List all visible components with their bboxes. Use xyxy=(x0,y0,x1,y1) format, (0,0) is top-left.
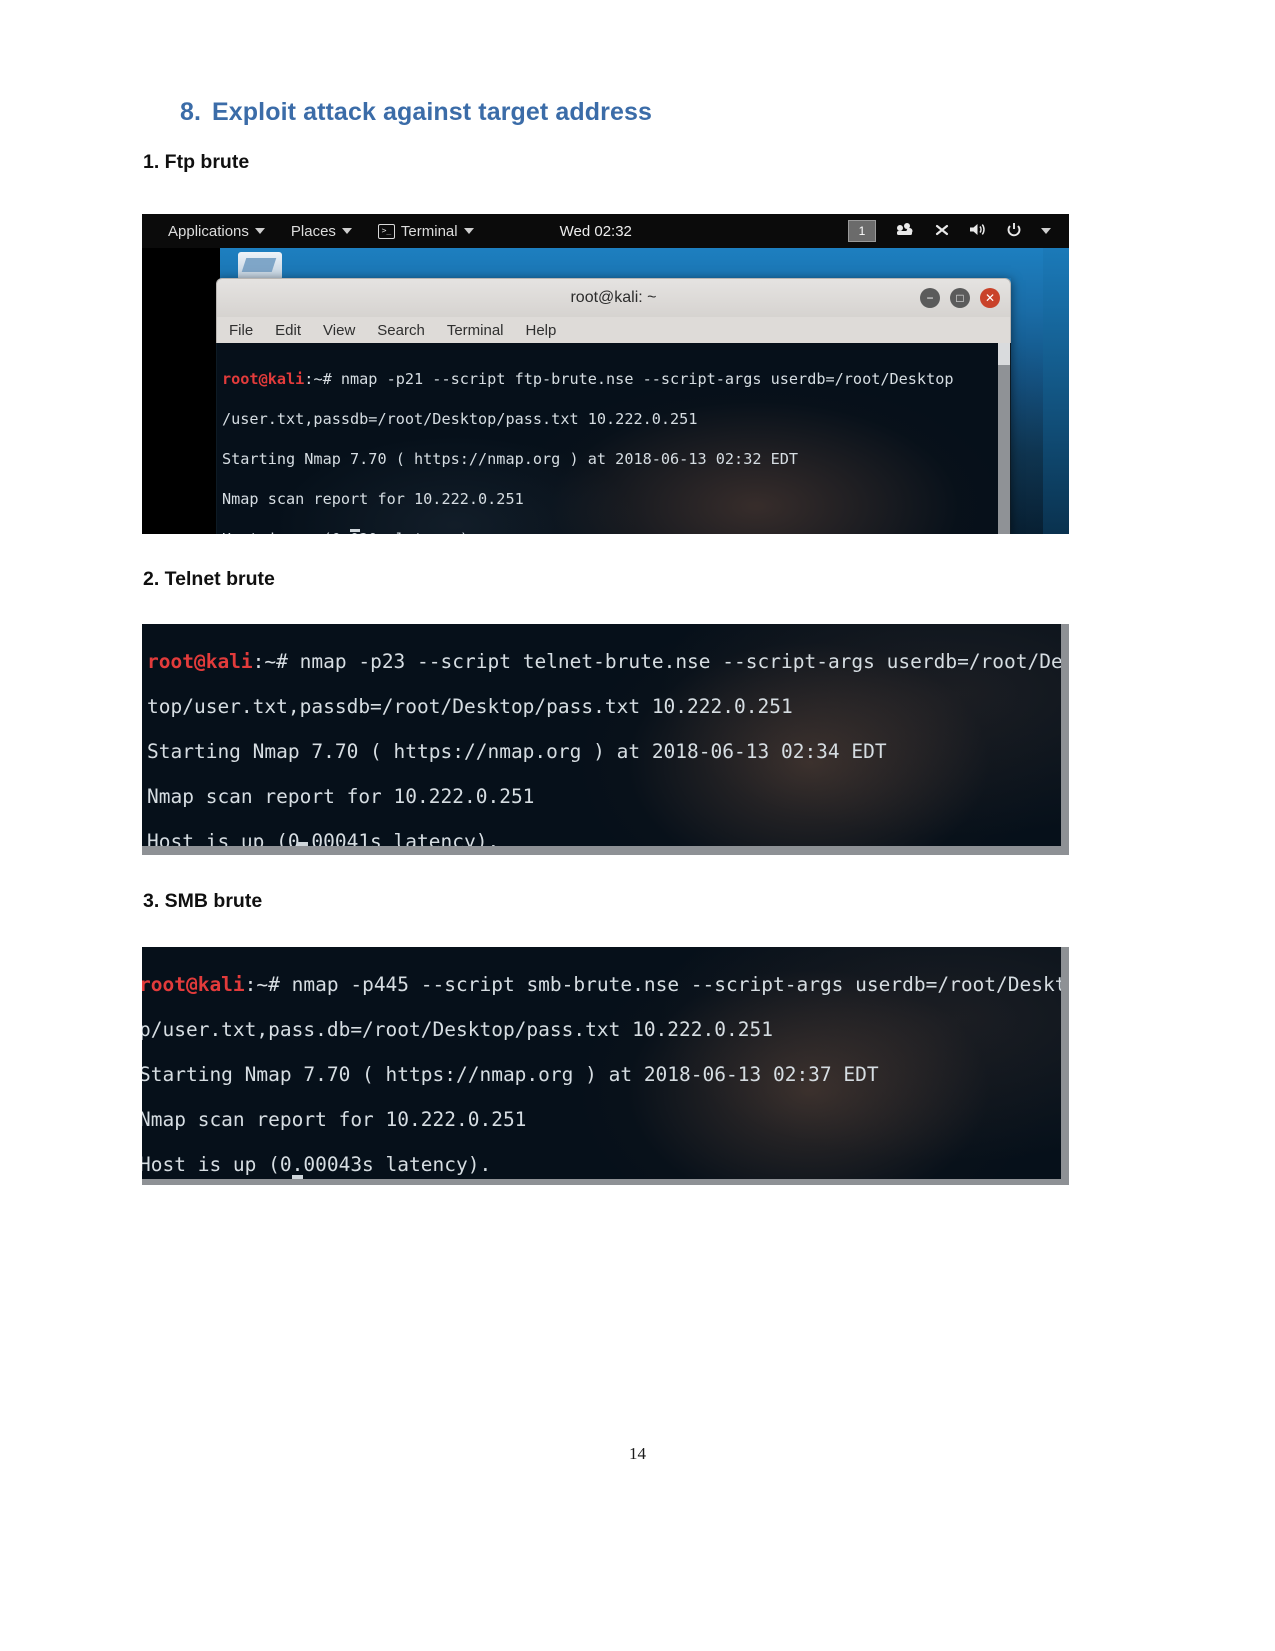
strip-bottom-edge xyxy=(142,1179,1069,1185)
network-icon-svg xyxy=(897,223,913,235)
strip-bottom-edge xyxy=(142,846,1069,855)
panel-tray: 1 xyxy=(848,220,1051,242)
terminal-line: Nmap scan report for 10.222.0.251 xyxy=(222,490,524,508)
terminal-command: nmap -p23 --script telnet-brute.nse --sc… xyxy=(299,649,1069,673)
prompt-path: :~# xyxy=(304,370,341,388)
section-title-text: Exploit attack against target address xyxy=(212,98,652,126)
terminal-line: Starting Nmap 7.70 ( https://nmap.org ) … xyxy=(222,450,799,468)
terminal-icon: >_ xyxy=(377,223,395,239)
screenshot-ftp-brute: Applications Places >_ Terminal Wed 02:3… xyxy=(142,214,1069,534)
prompt-user: root@kali xyxy=(222,370,305,388)
prompt-user: root@kali xyxy=(147,649,253,673)
strip-right-edge xyxy=(1061,624,1069,855)
chevron-down-icon[interactable] xyxy=(1041,228,1051,234)
menu-item-terminal[interactable]: Terminal xyxy=(447,322,504,339)
terminal-line: Nmap scan report for 10.222.0.251 xyxy=(147,785,535,809)
terminal-line: /user.txt,passdb=/root/Desktop/pass.txt … xyxy=(222,410,698,428)
terminal-text-ftp: root@kali:~# nmap -p21 --script ftp-brut… xyxy=(217,343,1010,534)
menu-item-search[interactable]: Search xyxy=(377,322,425,339)
scrollbar-thumb[interactable] xyxy=(998,343,1010,365)
menu-item-file[interactable]: File xyxy=(229,322,253,339)
terminal-label: Terminal xyxy=(400,222,458,240)
places-label: Places xyxy=(290,222,336,240)
applications-label: Applications xyxy=(168,222,249,240)
terminal-scrollbar[interactable] xyxy=(998,343,1010,534)
power-icon-svg xyxy=(1007,222,1021,236)
minimize-button[interactable]: − xyxy=(920,288,940,308)
document-page: 8. Exploit attack against target address … xyxy=(0,0,1275,1651)
close-button[interactable]: ✕ xyxy=(980,288,1000,308)
terminal-prompt-line: root@kali:~# nmap -p23 --script telnet-b… xyxy=(147,649,1069,674)
terminal-line: Host is up (0.00043s latency). xyxy=(142,1153,492,1177)
prompt-user: root@kali xyxy=(142,972,245,996)
menu-item-edit[interactable]: Edit xyxy=(275,322,301,339)
menu-item-view[interactable]: View xyxy=(323,322,355,339)
screenshot-smb-brute: root@kali:~# nmap -p445 --script smb-bru… xyxy=(142,947,1069,1185)
strip-right-edge xyxy=(1061,947,1069,1185)
volume-icon[interactable] xyxy=(969,222,987,240)
menu-item-help[interactable]: Help xyxy=(526,322,557,339)
page-title: 8. Exploit attack against target address xyxy=(180,98,652,127)
file-manager-icon xyxy=(238,252,282,280)
prompt-path: :~# xyxy=(244,972,292,996)
bluetooth-icon-svg xyxy=(935,224,949,235)
terminal-titlebar[interactable]: root@kali: ~ − □ ✕ xyxy=(216,278,1011,317)
volume-icon-svg xyxy=(970,224,985,235)
chevron-down-icon xyxy=(341,228,352,234)
terminal-line: Nmap scan report for 10.222.0.251 xyxy=(142,1108,527,1132)
menu-applications[interactable]: Applications xyxy=(168,223,265,240)
workspace-indicator[interactable]: 1 xyxy=(848,220,876,242)
subheading-telnet-brute: 2. Telnet brute xyxy=(143,568,275,590)
maximize-button[interactable]: □ xyxy=(950,288,970,308)
terminal-command: nmap -p445 --script smb-brute.nse --scri… xyxy=(291,972,1069,996)
terminal-window: root@kali: ~ − □ ✕ File Edit View Search… xyxy=(216,278,1011,534)
chevron-down-icon xyxy=(463,228,474,234)
terminal-cursor xyxy=(350,529,360,532)
subheading-smb-brute: 3. SMB brute xyxy=(143,890,263,912)
terminal-prompt-line: root@kali:~# nmap -p21 --script ftp-brut… xyxy=(222,369,1010,389)
screenshot-telnet-brute: root@kali:~# nmap -p23 --script telnet-b… xyxy=(142,624,1069,855)
window-controls: − □ ✕ xyxy=(920,288,1000,308)
terminal-line: Host is up (0.020s latency). xyxy=(222,529,1010,534)
terminal-line: top/user.txt,passdb=/root/Desktop/pass.t… xyxy=(147,694,793,718)
terminal-text-smb: root@kali:~# nmap -p445 --script smb-bru… xyxy=(142,947,1069,1185)
terminal-line: p/user.txt,pass.db=/root/Desktop/pass.tx… xyxy=(142,1017,773,1041)
terminal-window-title: root@kali: ~ xyxy=(570,289,657,306)
menu-places[interactable]: Places xyxy=(291,223,352,240)
panel-clock[interactable]: Wed 02:32 xyxy=(560,223,632,240)
desktop-right-edge xyxy=(1043,248,1069,534)
terminal-line: Starting Nmap 7.70 ( https://nmap.org ) … xyxy=(142,1062,879,1086)
terminal-menubar: File Edit View Search Terminal Help xyxy=(216,317,1011,343)
terminal-command: nmap -p21 --script ftp-brute.nse --scrip… xyxy=(340,370,954,388)
menu-terminal[interactable]: >_ Terminal xyxy=(377,222,474,240)
network-icon[interactable] xyxy=(895,222,915,240)
page-number: 14 xyxy=(629,1444,646,1463)
terminal-output-area[interactable]: root@kali:~# nmap -p21 --script ftp-brut… xyxy=(216,343,1011,534)
prompt-path: :~# xyxy=(252,649,300,673)
terminal-text-telnet: root@kali:~# nmap -p23 --script telnet-b… xyxy=(142,624,1069,855)
terminal-line: Starting Nmap 7.70 ( https://nmap.org ) … xyxy=(147,739,887,763)
chevron-down-icon xyxy=(254,228,265,234)
power-icon[interactable] xyxy=(1006,222,1022,241)
section-number: 8. xyxy=(180,98,202,126)
bluetooth-icon[interactable] xyxy=(934,222,950,241)
gnome-top-panel: Applications Places >_ Terminal Wed 02:3… xyxy=(142,214,1069,248)
subheading-ftp-brute: 1. Ftp brute xyxy=(143,151,250,173)
terminal-prompt-line: root@kali:~# nmap -p445 --script smb-bru… xyxy=(142,972,1069,997)
desktop-left-shade xyxy=(142,248,220,534)
